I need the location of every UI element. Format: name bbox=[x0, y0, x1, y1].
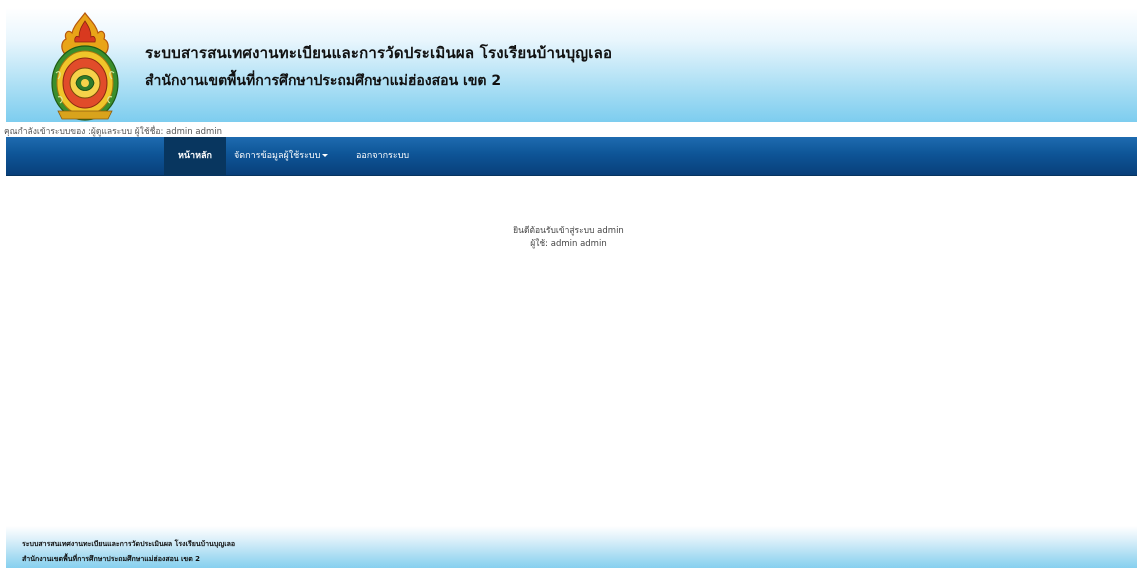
page-title: ระบบสารสนเทศงานทะเบียนและการวัดประเมินผล… bbox=[145, 44, 613, 62]
page: ระบบสารสนเทศงานทะเบียนและการวัดประเมินผล… bbox=[0, 0, 1137, 568]
welcome-user: ผู้ใช้: admin admin bbox=[530, 239, 607, 249]
login-status-text: คุณกำลังเข้าระบบของ :ผู้ดูแลระบบ ผู้ใช้ช… bbox=[4, 127, 223, 137]
page-subtitle: สำนักงานเขตพื้นที่การศึกษาประถมศึกษาแม่ฮ… bbox=[145, 73, 502, 89]
nav-home-link[interactable]: หน้าหลัก bbox=[164, 137, 226, 175]
caret-down-icon bbox=[322, 154, 329, 157]
footer-title: ระบบสารสนเทศงานทะเบียนและการวัดประเมินผล… bbox=[22, 540, 236, 548]
school-district-seal-icon bbox=[51, 12, 119, 121]
footer: ระบบสารสนเทศงานทะเบียนและการวัดประเมินผล… bbox=[6, 526, 1137, 568]
nav-manage-users-dropdown[interactable]: จัดการข้อมูลผู้ใช้ระบบ bbox=[234, 137, 329, 175]
header-banner: ระบบสารสนเทศงานทะเบียนและการวัดประเมินผล… bbox=[6, 8, 1137, 122]
nav-home-label: หน้าหลัก bbox=[177, 151, 213, 161]
footer-subtitle: สำนักงานเขตพื้นที่การศึกษาประถมศึกษาแม่ฮ… bbox=[22, 555, 201, 563]
main-navbar: หน้าหลัก จัดการข้อมูลผู้ใช้ระบบ ออกจากระ… bbox=[6, 137, 1137, 176]
nav-logout-link[interactable]: ออกจากระบบ bbox=[356, 137, 409, 175]
nav-logout-label: ออกจากระบบ bbox=[356, 151, 410, 161]
welcome-message: ยินดีต้อนรับเข้าสู่ระบบ admin bbox=[513, 226, 624, 236]
nav-manage-users-label: จัดการข้อมูลผู้ใช้ระบบ bbox=[234, 151, 321, 161]
